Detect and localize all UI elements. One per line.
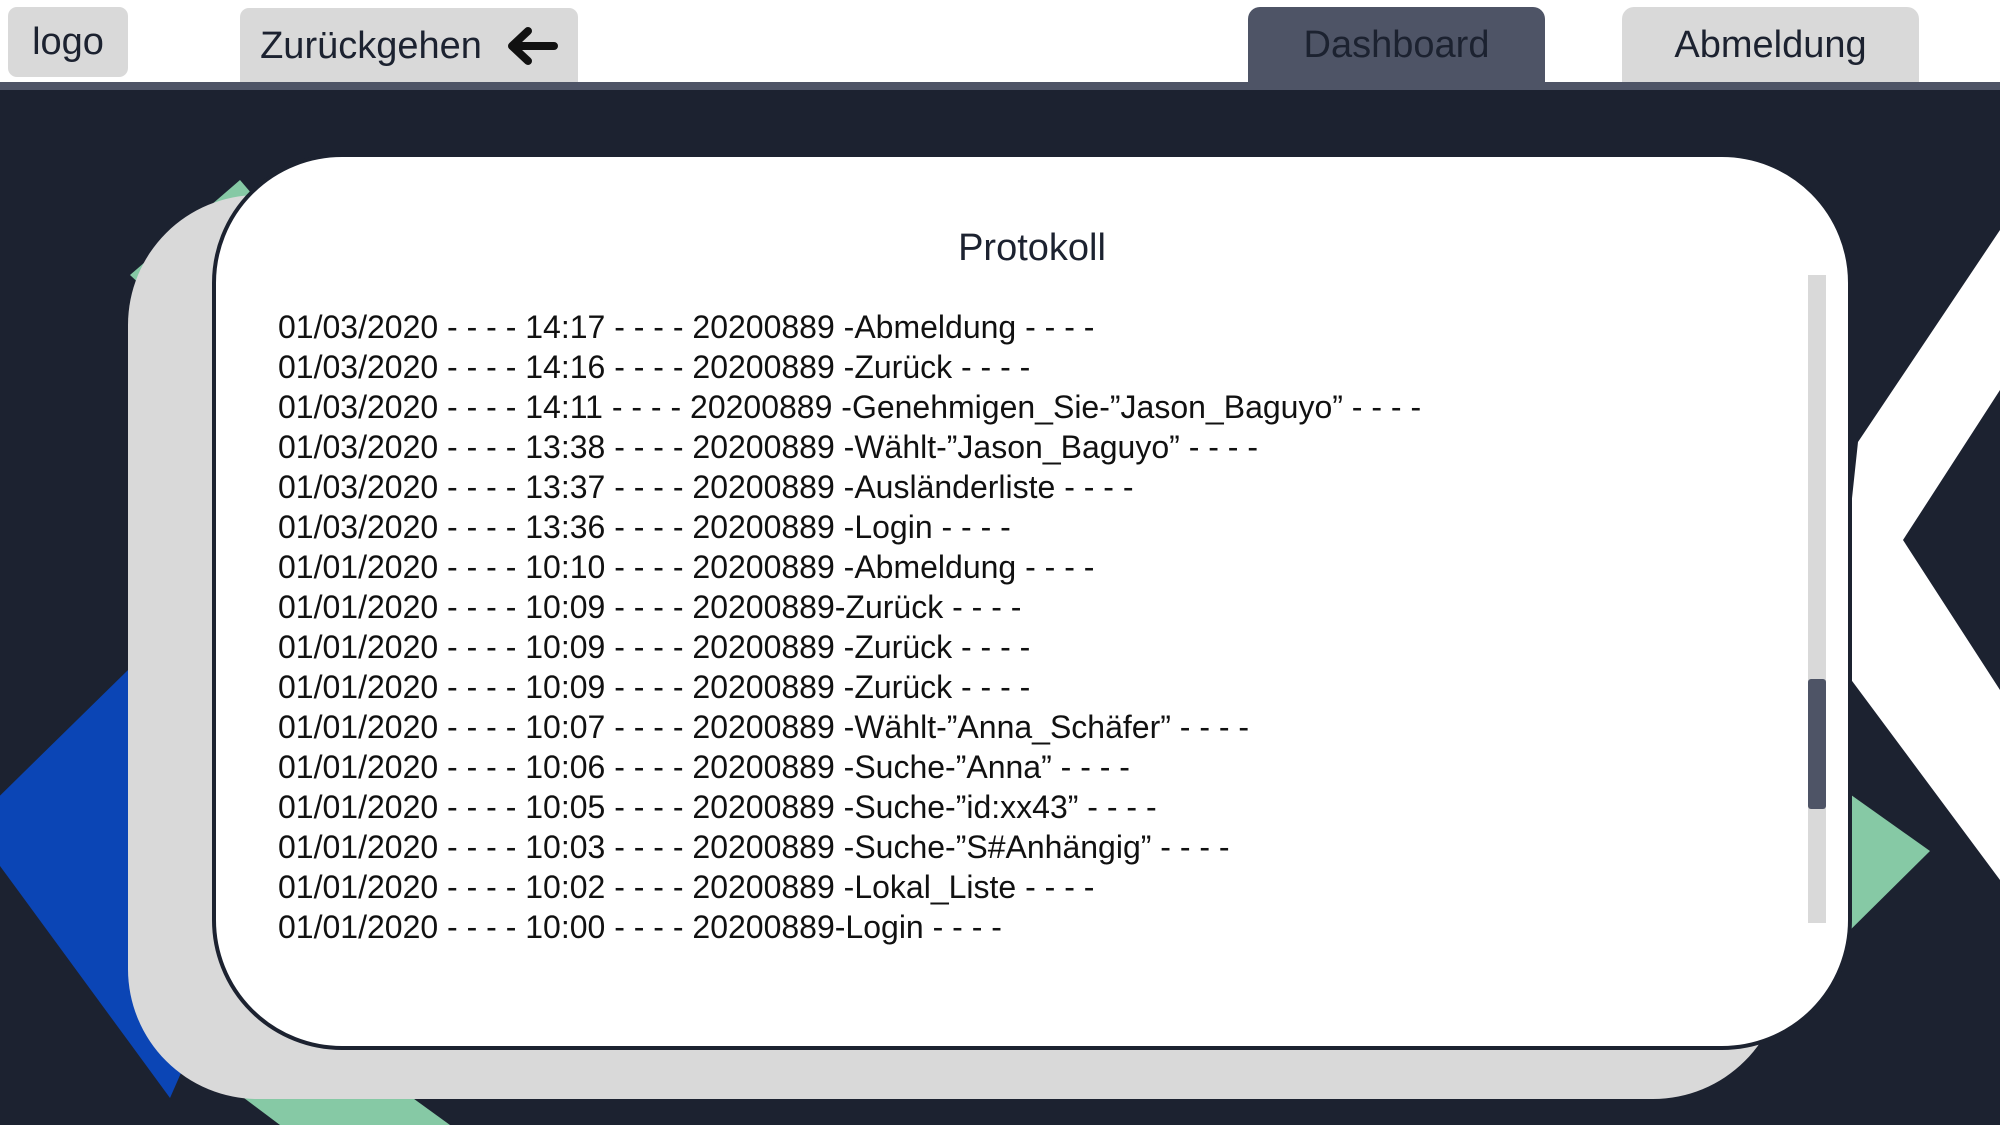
log-entry: 01/03/2020 - - - - 13:38 - - - - 2020088… bbox=[278, 429, 1258, 465]
log-entry: 01/01/2020 - - - - 10:07 - - - - 2020088… bbox=[278, 709, 1250, 745]
log-entry: 01/01/2020 - - - - 10:09 - - - - 2020088… bbox=[278, 669, 1031, 705]
decor-white-chevron bbox=[1835, 230, 2000, 880]
log-entry: 01/03/2020 - - - - 14:11 - - - - 2020088… bbox=[278, 389, 1422, 425]
panel-title: Protokoll bbox=[958, 227, 1106, 269]
logo-label: logo bbox=[32, 20, 104, 63]
logout-button-label: Abmeldung bbox=[1674, 24, 1867, 66]
back-button[interactable]: Zurückgehen bbox=[240, 8, 578, 84]
log-entry: 01/03/2020 - - - - 13:37 - - - - 2020088… bbox=[278, 469, 1134, 505]
logo: logo bbox=[8, 7, 128, 77]
logout-button[interactable]: Abmeldung bbox=[1622, 7, 1919, 84]
log-entry: 01/01/2020 - - - - 10:00 - - - - 2020088… bbox=[278, 909, 1002, 945]
arrow-left-icon bbox=[504, 26, 558, 66]
top-navigation-divider bbox=[0, 82, 2000, 90]
log-entry: 01/01/2020 - - - - 10:02 - - - - 2020088… bbox=[278, 869, 1095, 905]
back-button-label: Zurückgehen bbox=[260, 24, 482, 67]
log-entry: 01/01/2020 - - - - 10:09 - - - - 2020088… bbox=[278, 589, 1022, 625]
log-list: 01/03/2020 - - - - 14:17 - - - - 2020088… bbox=[278, 307, 1421, 947]
log-entry: 01/03/2020 - - - - 13:36 - - - - 2020088… bbox=[278, 509, 1011, 545]
log-entry: 01/01/2020 - - - - 10:06 - - - - 2020088… bbox=[278, 749, 1130, 785]
log-entry: 01/01/2020 - - - - 10:03 - - - - 2020088… bbox=[278, 829, 1230, 865]
top-navigation-bar: logo Zurückgehen Dashboard Abmeldung bbox=[0, 0, 2000, 84]
log-entry: 01/03/2020 - - - - 14:17 - - - - 2020088… bbox=[278, 309, 1095, 345]
log-entry: 01/01/2020 - - - - 10:10 - - - - 2020088… bbox=[278, 549, 1095, 585]
log-entry: 01/03/2020 - - - - 14:16 - - - - 2020088… bbox=[278, 349, 1031, 385]
dashboard-tab[interactable]: Dashboard bbox=[1248, 7, 1545, 84]
protocol-panel: Protokoll 01/03/2020 - - - - 14:17 - - -… bbox=[212, 153, 1852, 1050]
log-scrollbar-thumb[interactable] bbox=[1808, 679, 1826, 809]
dashboard-tab-label: Dashboard bbox=[1303, 24, 1490, 66]
log-scrollbar[interactable] bbox=[1808, 275, 1826, 923]
log-entry: 01/01/2020 - - - - 10:05 - - - - 2020088… bbox=[278, 789, 1157, 825]
log-entry: 01/01/2020 - - - - 10:09 - - - - 2020088… bbox=[278, 629, 1031, 665]
